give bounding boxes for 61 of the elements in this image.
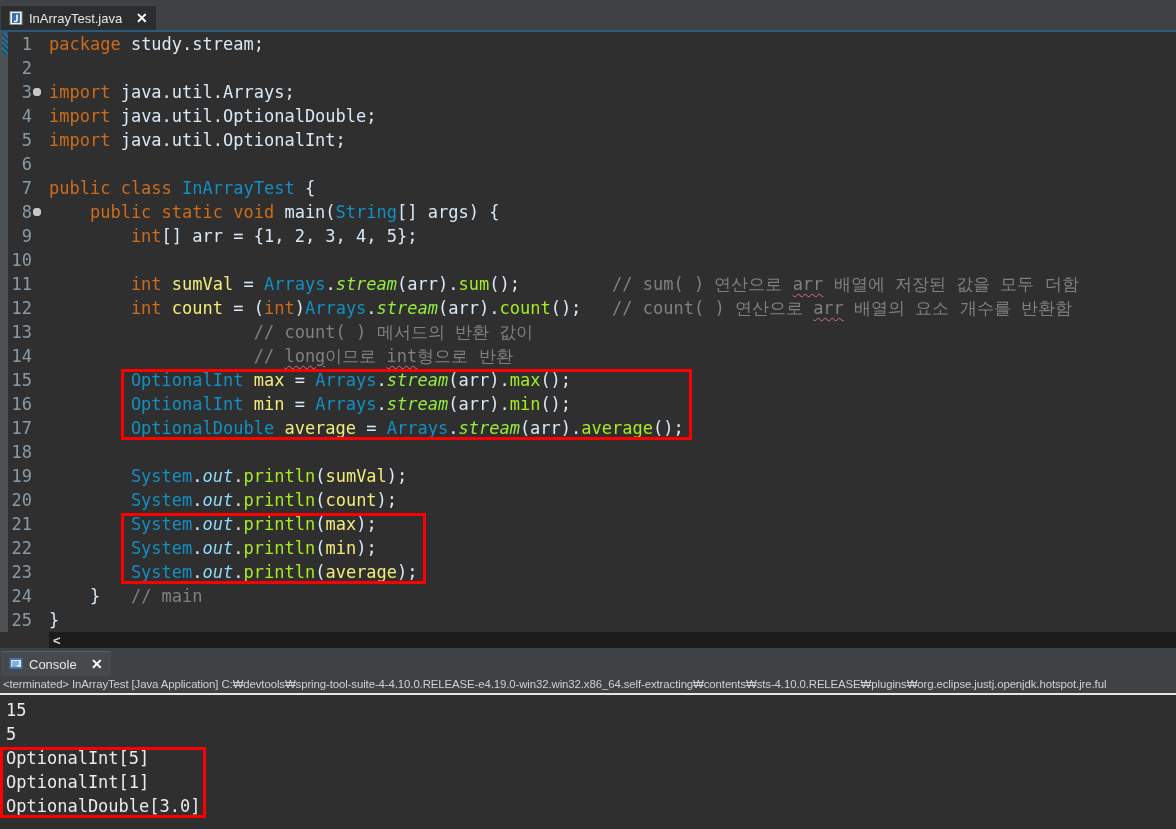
code-line: OptionalInt min = Arrays.stream(arr).min(); bbox=[129, 394, 572, 414]
fold-icon[interactable] bbox=[33, 208, 41, 216]
line-number: 22 bbox=[10, 538, 32, 558]
code-line: System.out.println(sumVal); bbox=[129, 466, 408, 486]
line-number: 15 bbox=[10, 370, 32, 390]
console-output-line: OptionalInt[1] bbox=[6, 772, 150, 792]
scroll-left-arrow[interactable]: < bbox=[49, 632, 65, 648]
line-number: 17 bbox=[10, 418, 32, 438]
line-number: 24 bbox=[10, 586, 32, 606]
line-number: 16 bbox=[10, 394, 32, 414]
line-number: 23 bbox=[10, 562, 32, 582]
console-output-line: OptionalDouble[3.0] bbox=[6, 796, 201, 816]
code-line: int sumVal = Arrays.stream(arr).sum(); // sum( ) 연산으로 arr 배열에 저장된 값을 모두 더함 bbox=[129, 272, 1079, 296]
line-number: 12 bbox=[10, 298, 32, 318]
file-tab[interactable]: Console ✕ bbox=[1, 651, 111, 676]
code-line: } // main bbox=[88, 586, 203, 606]
code-line: package study.stream; bbox=[49, 34, 264, 54]
code-line: OptionalInt max = Arrays.stream(arr).max(); bbox=[129, 370, 572, 390]
line-number: 7 bbox=[20, 178, 32, 198]
line-number: 6 bbox=[20, 154, 32, 174]
line-number: 4 bbox=[20, 106, 32, 126]
line-number: 11 bbox=[10, 274, 32, 294]
line-number: 10 bbox=[10, 250, 32, 270]
line-number: 9 bbox=[20, 226, 32, 246]
code-line: // count( ) 메서드의 반환 값이 bbox=[252, 320, 533, 344]
code-line: int count = (int)Arrays.stream(arr).count(); // count( ) 연산으로 arr 배열의 요소 개수를 반환함 bbox=[129, 296, 1072, 320]
code-line: System.out.println(average); bbox=[129, 562, 418, 582]
line-number: 8 bbox=[20, 202, 32, 222]
file-tab[interactable]: InArrayTest.java ✕ bbox=[1, 6, 157, 30]
line-number: 25 bbox=[10, 610, 32, 630]
line-number: 13 bbox=[10, 322, 32, 342]
code-line: System.out.println(count); bbox=[129, 490, 398, 510]
code-line: import java.util.Arrays; bbox=[49, 82, 295, 102]
code-line: } bbox=[49, 610, 60, 630]
code-line: int[] arr = {1, 2, 3, 4, 5}; bbox=[129, 226, 418, 246]
code-line: // long이므로 int형으로 반환 bbox=[252, 344, 513, 368]
code-line: public static void main(String[] args) { bbox=[88, 202, 500, 222]
console-output-line: OptionalInt[5] bbox=[6, 748, 150, 768]
console-output-line: 15 bbox=[6, 700, 27, 720]
code-line: System.out.println(min); bbox=[129, 538, 377, 558]
code-line: public class InArrayTest { bbox=[49, 178, 316, 198]
code-line: System.out.println(max); bbox=[129, 514, 377, 534]
close-icon[interactable]: ✕ bbox=[90, 656, 103, 672]
line-number: 1 bbox=[20, 34, 32, 54]
fold-icon[interactable] bbox=[33, 88, 41, 96]
code-line: OptionalDouble average = Arrays.stream(arr).average(); bbox=[129, 418, 684, 438]
console-icon bbox=[9, 657, 23, 671]
line-number: 20 bbox=[10, 490, 32, 510]
line-number: 5 bbox=[20, 130, 32, 150]
java-file-icon bbox=[9, 11, 23, 25]
line-number: 14 bbox=[10, 346, 32, 366]
close-icon[interactable]: ✕ bbox=[136, 10, 149, 26]
code-line: import java.util.OptionalInt; bbox=[49, 130, 346, 150]
line-number: 18 bbox=[10, 442, 32, 462]
line-number: 3 bbox=[20, 82, 32, 102]
line-number: 2 bbox=[20, 58, 32, 78]
line-number: 19 bbox=[10, 466, 32, 486]
horizontal-scrollbar[interactable]: < bbox=[49, 632, 1176, 648]
line-number: 21 bbox=[10, 514, 32, 534]
console-output-line: 5 bbox=[6, 724, 17, 744]
code-line: import java.util.OptionalDouble; bbox=[49, 106, 377, 126]
